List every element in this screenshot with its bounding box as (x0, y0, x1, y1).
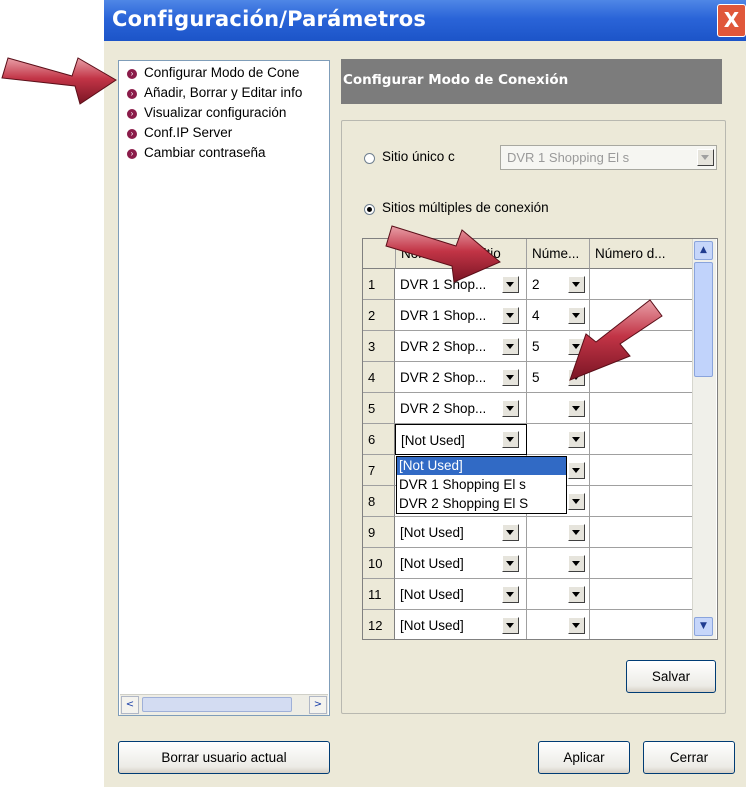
arrow-icon (1, 57, 117, 105)
annotation-arrows (1, 57, 663, 381)
arrow-icon (569, 299, 663, 381)
arrow-icon (385, 225, 501, 283)
